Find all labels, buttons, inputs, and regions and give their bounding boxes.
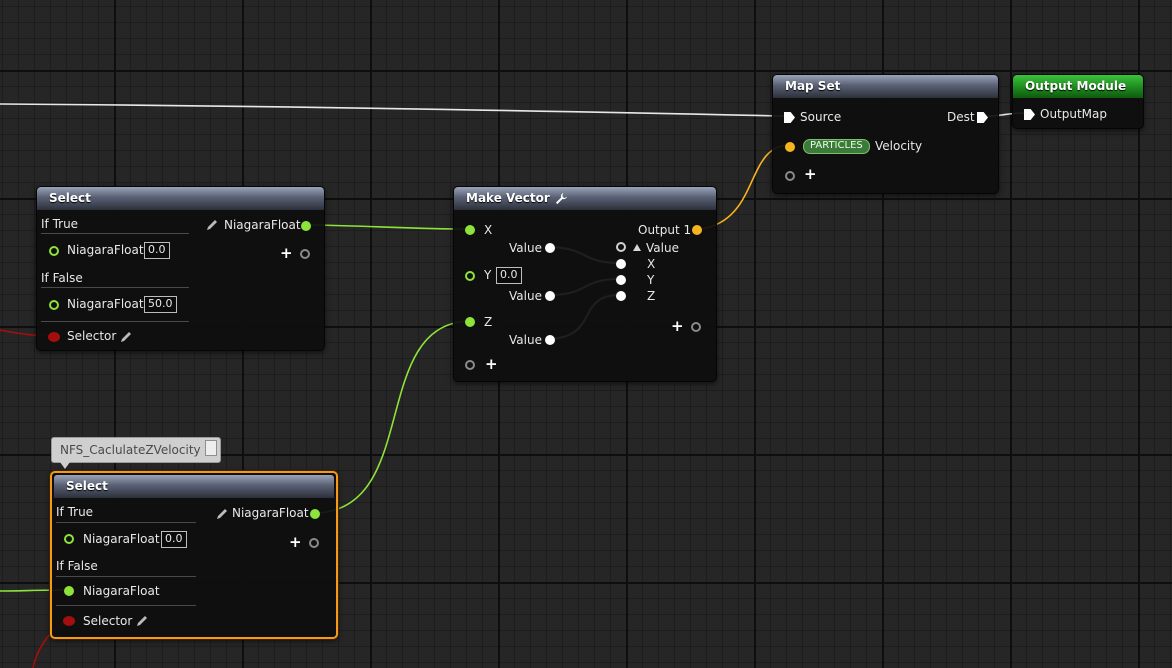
wire-exec-map-source <box>0 103 785 117</box>
if-false-label: If False <box>41 271 83 285</box>
if-true-label: If True <box>56 505 94 519</box>
separator <box>56 522 196 523</box>
if-true-input-pin[interactable] <box>49 246 59 256</box>
wire-select-bottom-to-z <box>318 320 469 514</box>
make-vector-node[interactable]: Make Vector X Output 1 Value Value X Y 0… <box>453 186 717 382</box>
wrench-icon <box>555 192 568 205</box>
output-y-pin[interactable] <box>616 275 626 285</box>
if-false-type: NiagaraFloat <box>67 297 144 311</box>
if-false-label: If False <box>56 559 98 573</box>
z-input-pin[interactable] <box>465 317 475 327</box>
velocity-label: Velocity <box>875 139 923 153</box>
output-map-exec-pin-icon[interactable] <box>1024 109 1035 120</box>
if-false-value-field[interactable]: 50.0 <box>144 296 177 313</box>
add-pin-connector[interactable] <box>300 249 310 259</box>
pencil-icon[interactable] <box>205 218 219 232</box>
output-y-label: Y <box>647 273 655 287</box>
y-label: Y <box>484 268 492 282</box>
select-bottom-output-type: NiagaraFloat <box>232 506 309 520</box>
dest-label: Dest <box>947 110 975 124</box>
x-label: X <box>484 223 493 237</box>
output-module-node[interactable]: Output Module OutputMap <box>1012 74 1144 129</box>
if-true-input-pin[interactable] <box>64 534 74 544</box>
map-set-node[interactable]: Map Set Source Dest PARTICLES Velocity + <box>772 74 999 194</box>
output-map-label: OutputMap <box>1040 107 1108 121</box>
separator <box>41 321 189 322</box>
value-pin-y[interactable] <box>545 291 555 301</box>
output-x-label: X <box>647 257 656 271</box>
y-input-pin[interactable] <box>465 271 475 281</box>
if-true-type: NiagaraFloat <box>67 243 144 257</box>
comment-text: NFS_CaclulateZVelocity <box>60 443 201 457</box>
value-label-z: Value <box>509 333 542 347</box>
if-true-type: NiagaraFloat <box>83 532 160 546</box>
y-value-field[interactable]: 0.0 <box>496 267 522 284</box>
value-pin-z[interactable] <box>545 335 555 345</box>
select-top-output-type: NiagaraFloat <box>224 218 301 232</box>
pencil-icon[interactable] <box>135 614 149 628</box>
select-node-top[interactable]: Select If True NiagaraFloat NiagaraFloat… <box>36 186 325 351</box>
comment-icon[interactable] <box>205 440 217 456</box>
select-node-bottom[interactable]: Select If True NiagaraFloat NiagaraFloat… <box>50 471 338 639</box>
make-vector-title-text: Make Vector <box>466 191 550 205</box>
output-module-title: Output Module <box>1013 75 1143 98</box>
selector-label: Selector <box>83 614 133 628</box>
if-true-label: If True <box>41 217 79 231</box>
source-label: Source <box>800 110 842 124</box>
value-label-y: Value <box>509 289 542 303</box>
map-set-title: Map Set <box>773 75 998 98</box>
separator <box>56 605 196 606</box>
particles-namespace-badge: PARTICLES <box>803 139 870 154</box>
output-z-label: Z <box>647 289 656 303</box>
separator <box>56 576 196 577</box>
output-x-pin[interactable] <box>616 259 626 269</box>
separator <box>41 233 189 234</box>
if-false-input-pin[interactable] <box>49 300 59 310</box>
if-true-value-field[interactable]: 0.0 <box>144 242 170 259</box>
value-pin-x[interactable] <box>545 243 555 253</box>
output-value-pin[interactable] <box>616 242 626 252</box>
output-z-pin[interactable] <box>616 291 626 301</box>
if-false-type: NiagaraFloat <box>83 584 160 598</box>
x-input-pin[interactable] <box>465 225 475 235</box>
add-pin-icon[interactable]: + <box>804 167 817 182</box>
select-bottom-output-pin[interactable] <box>310 509 320 519</box>
add-pin-connector[interactable] <box>465 360 475 370</box>
collapse-triangle-icon[interactable] <box>633 244 641 251</box>
selector-label: Selector <box>67 329 117 343</box>
add-pin-icon[interactable]: + <box>485 357 498 372</box>
add-pin-connector[interactable] <box>309 538 319 548</box>
select-top-output-pin[interactable] <box>301 221 311 231</box>
add-pin-connector[interactable] <box>785 171 795 181</box>
selector-input-pin[interactable] <box>63 616 75 626</box>
output-1-label: Output 1 <box>638 223 692 237</box>
node-comment-bubble[interactable]: NFS_CaclulateZVelocity <box>51 437 221 469</box>
add-pin-icon[interactable]: + <box>289 535 302 550</box>
pencil-icon[interactable] <box>215 507 229 521</box>
if-true-value-field[interactable]: 0.0 <box>161 531 187 548</box>
make-vector-title: Make Vector <box>454 187 716 210</box>
add-pin-connector[interactable] <box>691 322 701 332</box>
select-bottom-title: Select <box>54 475 334 498</box>
z-label: Z <box>484 315 493 329</box>
separator <box>41 287 189 288</box>
select-top-title: Select <box>37 187 324 210</box>
wire-select-top-to-x <box>310 224 469 230</box>
source-exec-pin-icon[interactable] <box>784 112 795 123</box>
add-pin-icon[interactable]: + <box>280 246 293 261</box>
pencil-icon[interactable] <box>119 330 133 344</box>
dest-exec-pin-icon[interactable] <box>977 112 988 123</box>
selector-input-pin[interactable] <box>48 332 60 342</box>
value-label-x: Value <box>509 241 542 255</box>
output-value-label: Value <box>646 241 679 255</box>
if-false-input-pin[interactable] <box>64 586 74 596</box>
add-pin-icon[interactable]: + <box>671 319 684 334</box>
output-1-pin[interactable] <box>692 225 702 235</box>
velocity-input-pin[interactable] <box>785 142 795 152</box>
